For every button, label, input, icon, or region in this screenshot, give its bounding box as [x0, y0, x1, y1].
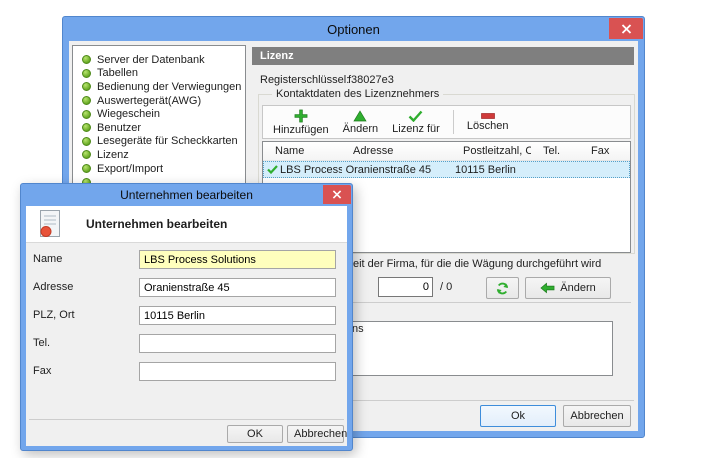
tel-field[interactable] — [139, 334, 336, 353]
register-key-label: Registerschlüssel: — [260, 74, 349, 86]
bullet-icon — [82, 164, 91, 173]
edit-dialog-titlebar[interactable]: Unternehmen bearbeiten — [26, 184, 347, 206]
bullet-icon — [82, 69, 91, 78]
plz-ort-label: PLZ, Ort — [33, 309, 75, 321]
license-toolbar: Hinzufügen Ändern Lizenz für Löschen — [262, 105, 631, 139]
sidebar-item-tabellen[interactable]: Tabellen — [82, 67, 245, 81]
edit-company-dialog: Unternehmen bearbeiten Unternehmen bearb… — [20, 183, 353, 451]
sidebar-item-wiegeschein[interactable]: Wiegeschein — [82, 107, 245, 121]
sidebar-item-lesegeraete[interactable]: Lesegeräte für Scheckkarten — [82, 135, 245, 149]
sidebar-item-server[interactable]: Server der Datenbank — [82, 53, 245, 67]
refresh-button[interactable] — [486, 277, 519, 299]
plus-icon — [294, 109, 308, 123]
bullet-icon — [82, 123, 91, 132]
register-key-value: f38027e3 — [348, 74, 394, 86]
name-field[interactable] — [139, 250, 336, 269]
triangle-up-icon — [353, 110, 367, 122]
check-icon — [408, 110, 423, 122]
cancel-button[interactable]: Abbrechen — [287, 425, 344, 443]
edit-button[interactable]: Ändern — [336, 107, 385, 137]
options-titlebar[interactable]: Optionen — [69, 17, 638, 41]
section-header: Lizenz — [252, 47, 634, 65]
column-header-fax[interactable]: Fax — [579, 142, 630, 160]
options-title: Optionen — [327, 22, 380, 37]
document-seal-icon — [38, 209, 62, 239]
license-for-button[interactable]: Lizenz für — [385, 107, 447, 137]
close-icon — [332, 190, 342, 199]
column-header-plz-ort[interactable]: Postleitzahl, Ort — [451, 142, 531, 160]
sidebar-item-benutzer[interactable]: Benutzer — [82, 121, 245, 135]
counter-suffix: / 0 — [440, 281, 452, 293]
bullet-icon — [82, 55, 91, 64]
row-check-icon — [267, 165, 278, 174]
plz-ort-field[interactable] — [139, 306, 336, 325]
close-button[interactable] — [323, 185, 351, 204]
contact-groupbox-title: Kontaktdaten des Lizenznehmers — [272, 88, 443, 100]
edit-dialog-header-title: Unternehmen bearbeiten — [86, 217, 227, 231]
edit-dialog-header: Unternehmen bearbeiten — [26, 206, 347, 243]
sidebar-item-lizenz[interactable]: Lizenz — [82, 148, 245, 162]
minus-icon — [481, 113, 495, 119]
ok-button[interactable]: Ok — [480, 405, 556, 427]
arrow-left-icon — [540, 282, 555, 294]
notes-text: ns — [352, 323, 364, 335]
table-row[interactable]: LBS Process So... Oranienstraße 45 10115… — [263, 161, 630, 178]
bullet-icon — [82, 96, 91, 105]
column-header-name[interactable]: Name — [263, 142, 341, 160]
close-icon — [621, 24, 632, 34]
bullet-icon — [82, 110, 91, 119]
adresse-label: Adresse — [33, 281, 73, 293]
change-button[interactable]: Ändern — [525, 277, 611, 299]
delete-button[interactable]: Löschen — [460, 107, 516, 137]
bullet-icon — [82, 150, 91, 159]
add-button[interactable]: Hinzufügen — [266, 107, 336, 137]
close-button[interactable] — [609, 18, 643, 39]
sidebar-item-export-import[interactable]: Export/Import — [82, 162, 245, 176]
company-hint-text: eit der Firma, für die die Wägung durchg… — [353, 258, 601, 270]
name-label: Name — [33, 253, 62, 265]
column-header-tel[interactable]: Tel. — [531, 142, 579, 160]
toolbar-separator — [453, 110, 454, 134]
bullet-icon — [82, 82, 91, 91]
sidebar-item-auswertegeraet[interactable]: Auswertegerät(AWG) — [82, 94, 245, 108]
table-header: Name Adresse Postleitzahl, Ort Tel. Fax — [263, 142, 630, 161]
fax-field[interactable] — [139, 362, 336, 381]
counter-input[interactable] — [378, 277, 433, 297]
adresse-field[interactable] — [139, 278, 336, 297]
fax-label: Fax — [33, 365, 51, 377]
cancel-button[interactable]: Abbrechen — [563, 405, 631, 427]
column-header-adresse[interactable]: Adresse — [341, 142, 451, 160]
tel-label: Tel. — [33, 337, 50, 349]
ok-button[interactable]: OK — [227, 425, 283, 443]
edit-dialog-title: Unternehmen bearbeiten — [120, 188, 253, 202]
edit-company-form: Name Adresse PLZ, Ort Tel. Fax OK Abbrec… — [26, 243, 347, 445]
refresh-icon — [495, 281, 510, 296]
sidebar-item-bedienung[interactable]: Bedienung der Verwiegungen — [82, 80, 245, 94]
separator — [29, 419, 344, 420]
bullet-icon — [82, 137, 91, 146]
